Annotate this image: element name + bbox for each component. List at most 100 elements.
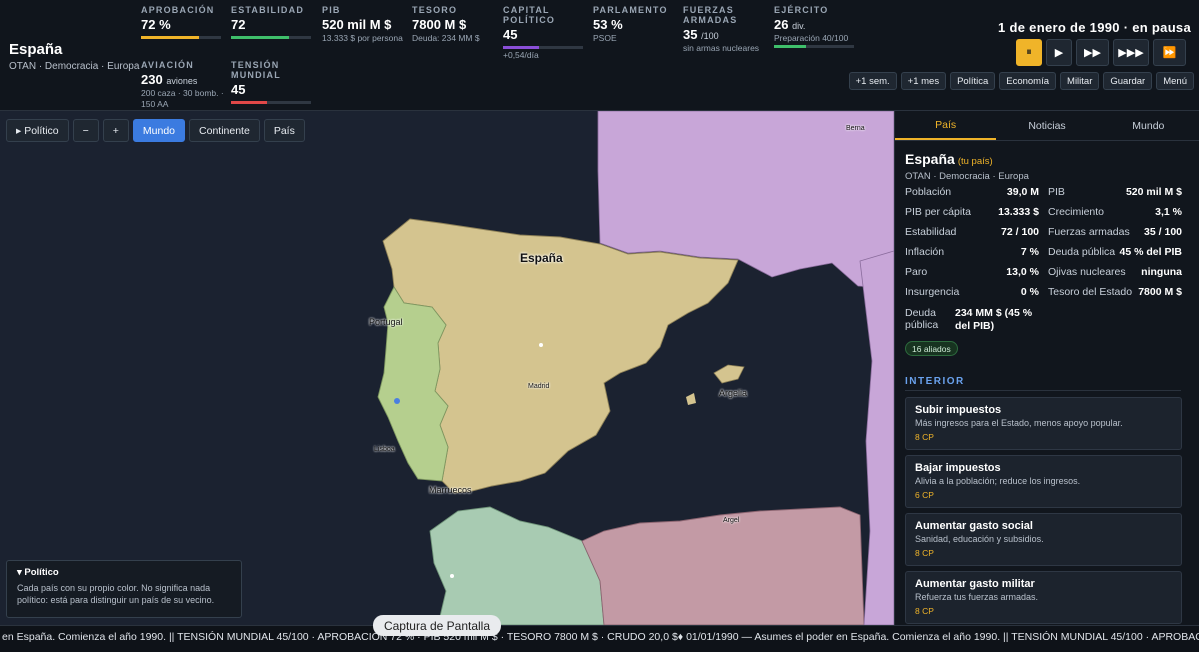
map-label-berna: Berna bbox=[846, 125, 865, 132]
stat-sub: Deuda: 234 MM $ bbox=[412, 33, 480, 43]
card-description: Refuerza tus fuerzas armadas. bbox=[915, 592, 1039, 602]
stat-approval: APROBACIÓN 72 % bbox=[141, 5, 229, 39]
tab-world[interactable]: Mundo bbox=[1098, 111, 1199, 140]
army-readiness-bar bbox=[774, 45, 854, 48]
advance-month-button[interactable]: +1 mes bbox=[900, 72, 947, 90]
world-tension-bar bbox=[231, 101, 311, 104]
stat-value: ninguna bbox=[1141, 266, 1182, 278]
stat-sub: Preparación 40/100 bbox=[774, 33, 849, 43]
fast-forward-button[interactable]: ▶▶ bbox=[1076, 39, 1109, 66]
stat-value: 230 aviones bbox=[141, 72, 229, 87]
country-header: España OTAN · Democracia · Europa bbox=[9, 41, 139, 72]
card-title: Subir impuestos bbox=[915, 404, 1002, 416]
stat-label: TENSIÓN MUNDIAL bbox=[231, 60, 281, 80]
military-button[interactable]: Militar bbox=[1060, 72, 1100, 90]
tab-country[interactable]: País bbox=[895, 111, 997, 140]
stat-value: 45 bbox=[503, 27, 518, 42]
panel-country-name: España bbox=[905, 151, 955, 167]
economy-button[interactable]: Economía bbox=[999, 72, 1057, 90]
tab-news[interactable]: Noticias bbox=[996, 111, 1097, 140]
stat-treasury: TESORO 7800 M $ Deuda: 234 MM $ bbox=[412, 5, 500, 44]
stat-label: PIB bbox=[322, 5, 341, 15]
pause-button[interactable]: ⏸ bbox=[1016, 39, 1042, 66]
fastest-button[interactable]: ▶▶▶ bbox=[1113, 39, 1149, 66]
stat-value: 13.333 $ bbox=[998, 206, 1039, 218]
stat-label: CAPITAL POLÍTICO bbox=[503, 5, 556, 25]
zoom-out-button[interactable]: − bbox=[72, 119, 99, 142]
stat-label: PIB bbox=[1048, 186, 1065, 198]
panel-country-header: España (tu país) OTAN · Democracia · Euro… bbox=[895, 141, 1199, 182]
action-buttons: +1 sem. +1 mes Política Economía Militar… bbox=[848, 72, 1194, 90]
section-title-interior: INTERIOR bbox=[905, 376, 965, 387]
stat-sub: 200 caza · 30 bomb. · 150 AA bbox=[141, 88, 224, 109]
zoom-in-button[interactable]: + bbox=[102, 119, 129, 142]
speed-controls: ⏸ ▶ ▶▶ ▶▶▶ ⏩ bbox=[1016, 39, 1186, 66]
view-continent-button[interactable]: Continente bbox=[189, 119, 260, 142]
map-canvas[interactable] bbox=[0, 111, 894, 625]
stat-stability: ESTABILIDAD 72 bbox=[231, 5, 319, 39]
screenshot-button[interactable]: Captura de Pantalla bbox=[373, 615, 501, 636]
stat-value: 0 % bbox=[1020, 286, 1039, 298]
stat-unit: /100 bbox=[701, 31, 719, 41]
panel-tabs: País Noticias Mundo bbox=[895, 111, 1199, 141]
your-country-tag: (tu país) bbox=[957, 156, 993, 167]
stat-label: PARLAMENTO bbox=[593, 5, 668, 15]
play-button[interactable]: ▶ bbox=[1046, 39, 1072, 66]
action-card-military-spending[interactable]: Aumentar gasto militar Refuerza tus fuer… bbox=[905, 571, 1182, 624]
allies-badge[interactable]: 16 aliados bbox=[905, 341, 958, 356]
game-date-status: 1 de enero de 1990 · en pausa bbox=[998, 20, 1191, 35]
stat-number: 26 bbox=[774, 17, 789, 32]
world-map[interactable]: Berna España Portugal Madrid Argelia Lis… bbox=[0, 111, 894, 625]
stat-label: Paro bbox=[905, 266, 928, 278]
stat-sub: sin armas nucleares bbox=[683, 43, 760, 53]
save-button[interactable]: Guardar bbox=[1103, 72, 1153, 90]
stat-label: Población bbox=[905, 186, 952, 198]
stat-label: FUERZAS ARMADAS bbox=[683, 5, 738, 25]
section-divider bbox=[905, 390, 1181, 391]
legend-toggle[interactable]: ▾ Político bbox=[17, 567, 231, 578]
map-label-madrid: Madrid bbox=[528, 383, 550, 390]
political-capital-bar bbox=[503, 46, 583, 49]
card-cost: 8 CP bbox=[915, 432, 934, 442]
view-world-button[interactable]: Mundo bbox=[132, 119, 186, 142]
card-description: Más ingresos para el Estado, menos apoyo… bbox=[915, 418, 1123, 428]
advance-week-button[interactable]: +1 sem. bbox=[848, 72, 897, 90]
stat-value: 45 % del PIB bbox=[1119, 246, 1182, 258]
action-card-lower-taxes[interactable]: Bajar impuestos Alivia a la población; r… bbox=[905, 455, 1182, 508]
map-label-algeria: Argelia bbox=[719, 388, 748, 398]
stat-value: 53 % bbox=[593, 17, 623, 32]
stat-label: Crecimiento bbox=[1048, 206, 1105, 218]
news-ticker: en España. Comienza el año 1990. || TENS… bbox=[0, 625, 1199, 652]
stat-value: 7800 M $ bbox=[412, 17, 467, 32]
stat-value: 26 div. bbox=[774, 17, 862, 32]
map-label-morocco: Marruecos bbox=[429, 485, 472, 495]
stat-value: 3,1 % bbox=[1155, 206, 1182, 218]
country-name: España bbox=[9, 41, 63, 58]
legend-description: Cada país con su propio color. No signif… bbox=[17, 583, 215, 605]
stat-value: 234 MM $ (45 % del PIB) bbox=[955, 307, 1033, 332]
stat-label: ESTABILIDAD bbox=[231, 5, 305, 15]
panel-title: España (tu país) bbox=[905, 151, 1189, 169]
country-panel: País Noticias Mundo España (tu país) OTAN… bbox=[894, 111, 1199, 625]
stat-unit: div. bbox=[792, 21, 806, 31]
stat-label: AVIACIÓN bbox=[141, 60, 194, 70]
menu-button[interactable]: Menú bbox=[1156, 72, 1194, 90]
skip-button[interactable]: ⏩ bbox=[1153, 39, 1186, 66]
stat-value: 35 /100 bbox=[683, 27, 749, 42]
card-cost: 8 CP bbox=[915, 606, 934, 616]
stat-world-tension: TENSIÓN MUNDIAL 45 bbox=[231, 60, 319, 104]
stability-bar bbox=[231, 36, 311, 39]
political-layer-toggle[interactable]: ▸ Político bbox=[6, 119, 69, 142]
politics-button[interactable]: Política bbox=[950, 72, 996, 90]
action-card-social-spending[interactable]: Aumentar gasto social Sanidad, educación… bbox=[905, 513, 1182, 566]
view-country-button[interactable]: País bbox=[263, 119, 305, 142]
action-card-raise-taxes[interactable]: Subir impuestos Más ingresos para el Est… bbox=[905, 397, 1182, 450]
stat-armed-forces: FUERZAS ARMADAS 35 /100 sin armas nuclea… bbox=[683, 5, 759, 54]
stat-aviation: AVIACIÓN 230 aviones 200 caza · 30 bomb.… bbox=[141, 60, 229, 110]
panel-country-subtitle: OTAN · Democracia · Europa bbox=[905, 171, 1029, 182]
stat-value: 13,0 % bbox=[1006, 266, 1039, 278]
stat-value: 72 bbox=[231, 17, 246, 32]
card-description: Alivia a la población; reduce los ingres… bbox=[915, 476, 1081, 486]
stat-political-capital: CAPITAL POLÍTICO 45 +0,54/día bbox=[503, 5, 583, 61]
stat-value: 72 % bbox=[141, 17, 171, 32]
